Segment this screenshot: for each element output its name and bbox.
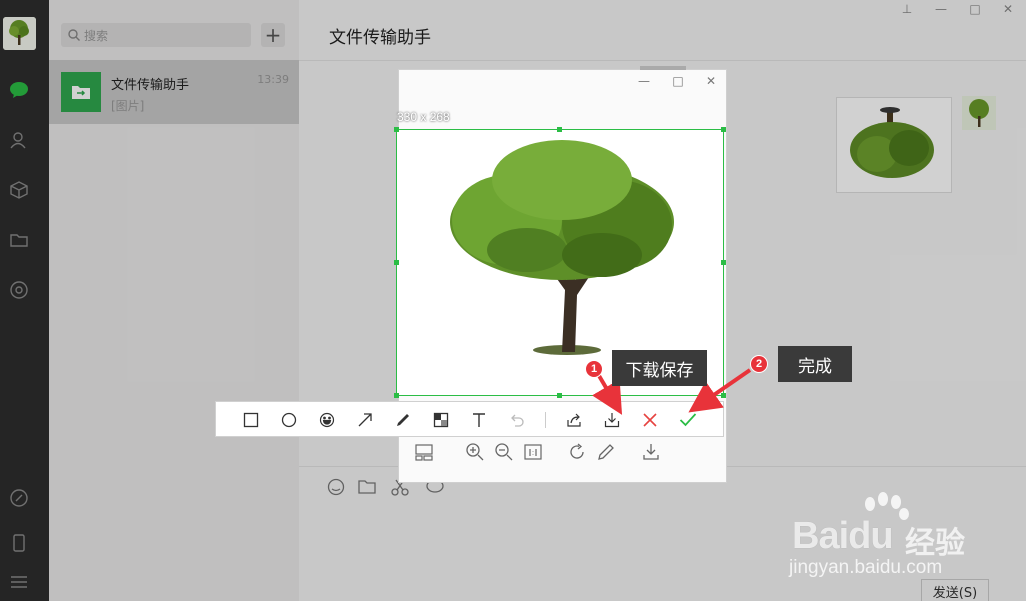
- actual-size-icon[interactable]: [523, 442, 543, 462]
- emoji-icon: [319, 412, 335, 428]
- capture-size-label: 330 x 268: [397, 110, 450, 124]
- step2-callout: 完成: [778, 346, 852, 382]
- resize-handle[interactable]: [557, 127, 562, 132]
- close-icon[interactable]: ✕: [702, 74, 720, 88]
- download-icon[interactable]: [641, 442, 661, 462]
- step2-badge: 2: [750, 355, 768, 373]
- arrow-tool-button[interactable]: [354, 409, 376, 431]
- resize-handle[interactable]: [721, 260, 726, 265]
- mosaic-tool-button[interactable]: [430, 409, 452, 431]
- resize-handle[interactable]: [721, 393, 726, 398]
- undo-button[interactable]: [506, 409, 528, 431]
- resize-handle[interactable]: [394, 393, 399, 398]
- rectangle-tool-button[interactable]: [240, 409, 262, 431]
- zoom-out-icon[interactable]: [494, 442, 514, 462]
- watermark-url: jingyan.baidu.com: [789, 557, 943, 578]
- minimize-icon[interactable]: —: [635, 74, 653, 88]
- edit-icon[interactable]: [596, 442, 616, 462]
- share-icon: [567, 413, 581, 427]
- text-icon: [473, 413, 485, 427]
- thumbnail-icon[interactable]: [414, 442, 434, 462]
- cancel-button[interactable]: [639, 409, 661, 431]
- rotate-icon[interactable]: [567, 442, 587, 462]
- watermark-baidu: Baidu: [792, 515, 894, 557]
- download-save-button[interactable]: [601, 409, 623, 431]
- mosaic-icon: [433, 412, 449, 428]
- emoji-tool-button[interactable]: [316, 409, 338, 431]
- rectangle-icon: [243, 412, 259, 428]
- step1-callout: 下载保存: [612, 350, 707, 386]
- viewer-tab: [640, 66, 686, 70]
- checkmark-icon: [679, 413, 697, 427]
- pen-icon: [397, 414, 409, 426]
- pen-tool-button[interactable]: [392, 409, 414, 431]
- resize-handle[interactable]: [557, 393, 562, 398]
- finish-button[interactable]: [677, 409, 699, 431]
- undo-icon: [511, 414, 524, 427]
- divider: [545, 412, 546, 428]
- maximize-icon[interactable]: □: [669, 74, 687, 88]
- watermark-jingyan: 经验: [905, 526, 965, 561]
- ellipse-tool-button[interactable]: [278, 409, 300, 431]
- download-icon: [604, 413, 620, 428]
- text-tool-button[interactable]: [468, 409, 490, 431]
- resize-handle[interactable]: [394, 260, 399, 265]
- resize-handle[interactable]: [721, 127, 726, 132]
- resize-handle[interactable]: [394, 127, 399, 132]
- arrow-icon: [358, 413, 372, 427]
- share-button[interactable]: [563, 409, 585, 431]
- ellipse-icon: [281, 412, 297, 428]
- step1-badge: 1: [585, 360, 603, 378]
- capture-toolbar: [215, 401, 724, 437]
- zoom-in-icon[interactable]: [465, 442, 485, 462]
- close-icon: [643, 413, 657, 427]
